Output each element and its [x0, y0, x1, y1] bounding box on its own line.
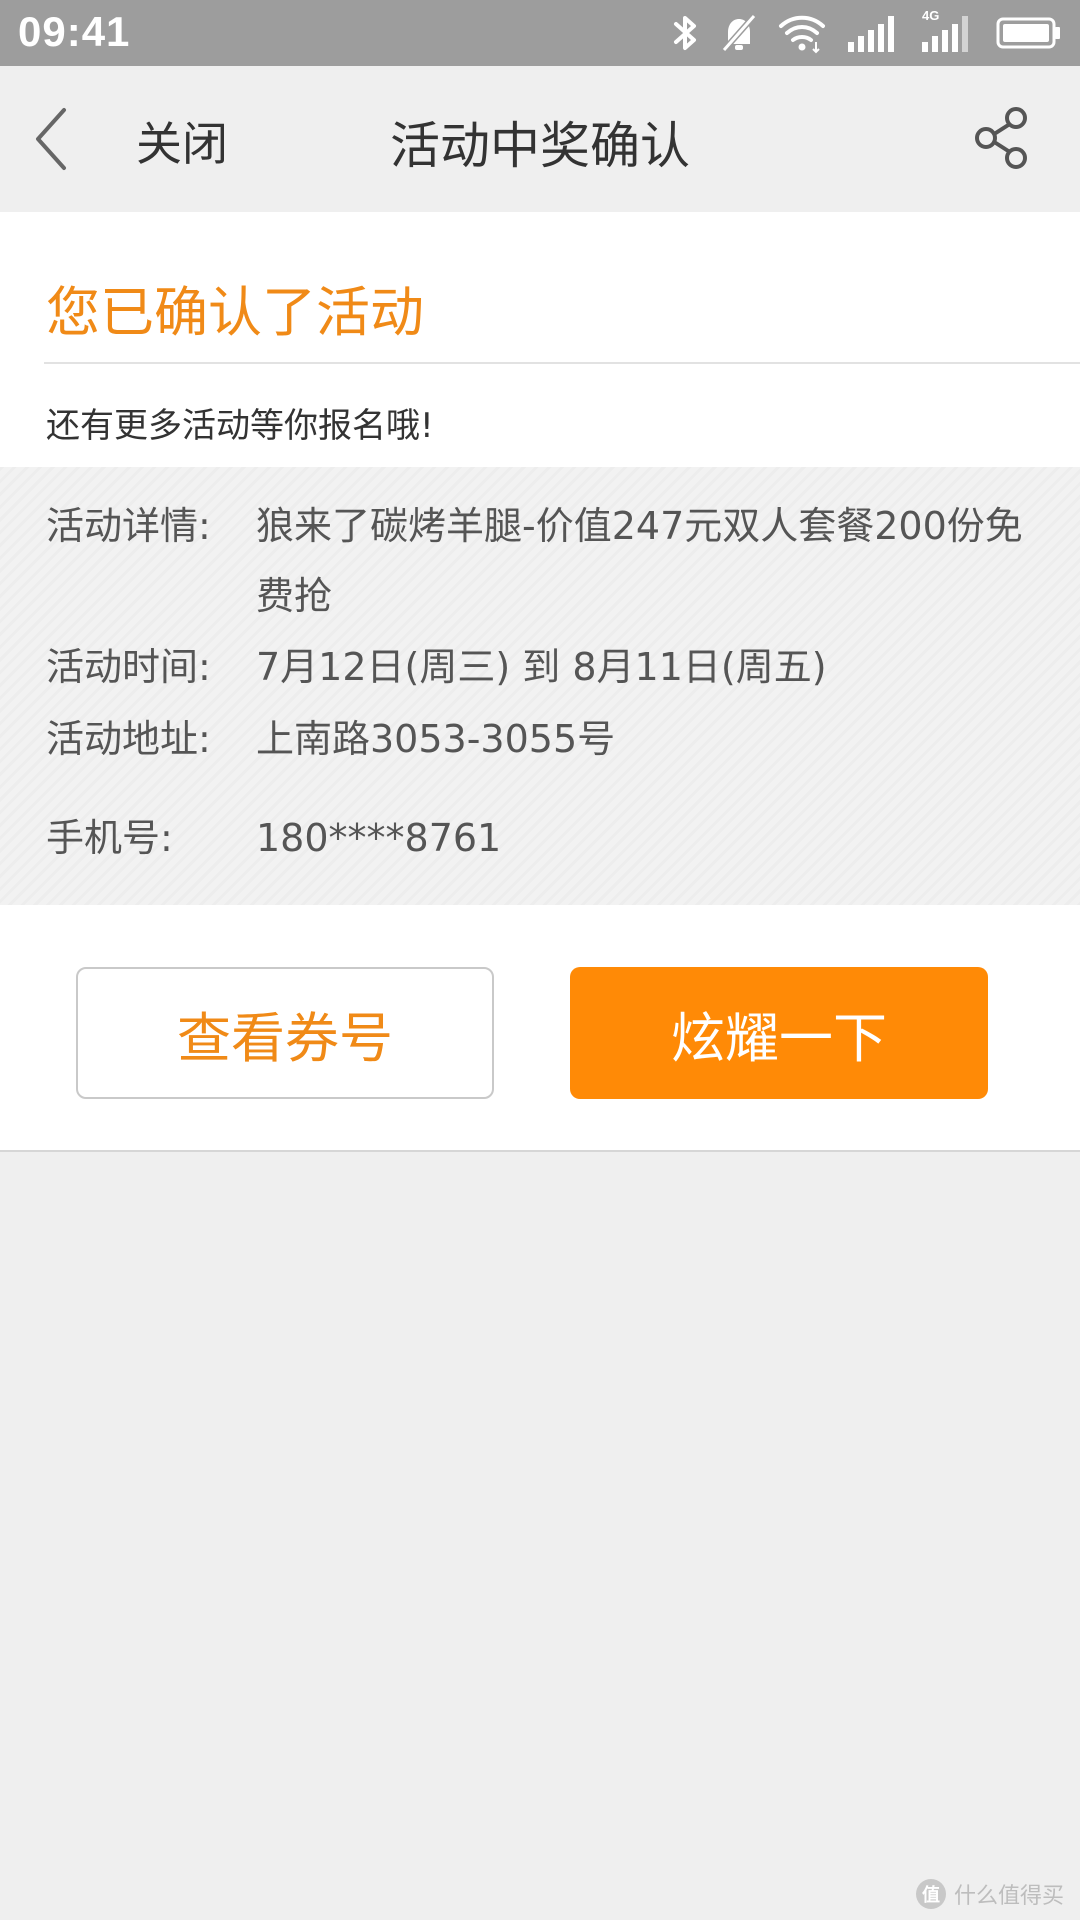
- silent-icon: [720, 12, 758, 54]
- detail-value: 上南路3053-3055号: [256, 717, 616, 761]
- wifi-icon: [778, 12, 826, 54]
- more-activities-text: 还有更多活动等你报名哦!: [46, 406, 434, 446]
- detail-value: 7月12日(周三) 到 8月11日(周五): [256, 645, 827, 689]
- 4g-signal-icon: 4G: [920, 8, 976, 54]
- nav-bar: 关闭 活动中奖确认: [0, 66, 1080, 212]
- status-icons: 4G: [672, 8, 1062, 56]
- view-coupon-button[interactable]: 查看券号: [76, 967, 494, 1099]
- detail-label: 手机号:: [46, 816, 173, 860]
- show-off-button[interactable]: 炫耀一下: [570, 967, 988, 1099]
- signal-icon: [846, 12, 900, 54]
- watermark-text: 什么值得买: [953, 1884, 1064, 1909]
- activity-details: 活动详情: 狼来了碳烤羊腿-价值247元双人套餐200份免费抢 活动时间: 7月…: [0, 467, 1080, 905]
- bluetooth-icon: [672, 12, 700, 54]
- share-button[interactable]: [968, 104, 1036, 172]
- detail-label: 活动地址:: [46, 717, 211, 761]
- detail-label: 活动详情:: [46, 504, 211, 548]
- battery-icon: [996, 12, 1062, 54]
- status-time: 09:41: [18, 8, 131, 55]
- network-type-label: 4G: [922, 8, 940, 23]
- confirm-title: 您已确认了活动: [46, 281, 424, 344]
- divider: [44, 362, 1080, 364]
- share-icon: [975, 107, 1027, 169]
- detail-value: 180****8761: [256, 816, 502, 860]
- watermark-logo: 值: [915, 1879, 946, 1909]
- confirmation-card: 您已确认了活动 还有更多活动等你报名哦! 活动详情: 狼来了碳烤羊腿-价值247…: [0, 212, 1080, 1152]
- detail-value: 狼来了碳烤羊腿-价值247元双人套餐200份免费抢: [256, 504, 1023, 618]
- detail-label: 活动时间:: [46, 645, 211, 689]
- watermark: 值 什么值得买: [915, 1878, 1064, 1910]
- page-title: 活动中奖确认: [390, 117, 690, 175]
- status-bar: 09:41 4G: [0, 0, 1080, 66]
